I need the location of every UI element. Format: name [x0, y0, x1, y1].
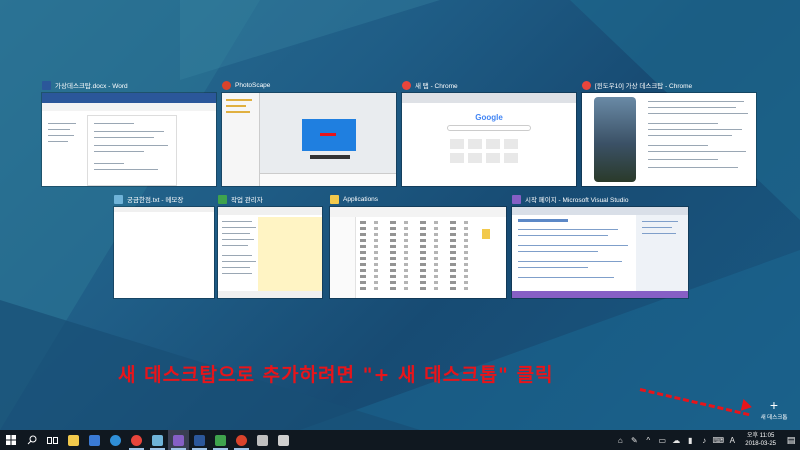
annotation-text: 새 데스크탑으로 추가하려면 "+ 새 데스크톱" 클릭: [118, 364, 554, 386]
file-explorer-icon[interactable]: [63, 430, 84, 450]
task-manager-icon[interactable]: [210, 430, 231, 450]
visual-studio-icon[interactable]: [168, 430, 189, 450]
chevron-up-icon[interactable]: ^: [641, 430, 655, 450]
edge-icon[interactable]: [105, 430, 126, 450]
window-applications[interactable]: Applications: [330, 192, 506, 298]
window-notepad[interactable]: 궁금한점.txt - 메모장: [114, 192, 214, 298]
chrome-icon: [582, 80, 591, 90]
window-thumbnail: [114, 207, 214, 298]
window-word[interactable]: 가상데스크탑.docx - Word: [42, 78, 216, 186]
google-logo: Google: [475, 113, 503, 122]
task-view-icon[interactable]: [42, 430, 63, 450]
window-thumbnail: Google: [402, 93, 576, 186]
window-title: 가상데스크탑.docx - Word: [55, 83, 128, 90]
window-thumbnail: [222, 93, 396, 186]
battery-icon[interactable]: ▮: [683, 430, 697, 450]
chrome-icon: [402, 80, 411, 90]
window-photoscape[interactable]: PhotoScape: [222, 78, 396, 186]
window-thumbnail: [582, 93, 756, 186]
window-title: 시작 페이지 - Microsoft Visual Studio: [525, 197, 629, 204]
system-tray: ⌂ ✎ ^ ▭ ☁ ▮ ♪ ⌨ A 오후 11:05 2018-03-25 ▤: [613, 430, 800, 450]
window-thumbnail: [42, 93, 216, 186]
window-title: 작업 관리자: [231, 197, 263, 204]
keyboard-icon[interactable]: ⌨: [711, 430, 725, 450]
pen-icon[interactable]: ✎: [627, 430, 641, 450]
notepad-icon[interactable]: [147, 430, 168, 450]
window-chrome-article[interactable]: [윈도우10] 가상 데스크탑 - Chrome: [582, 78, 756, 186]
window-title: [윈도우10] 가상 데스크탑 - Chrome: [595, 83, 693, 90]
clock-date: 2018-03-25: [745, 441, 776, 447]
volume-icon[interactable]: ♪: [697, 430, 711, 450]
window-title: 새 탭 - Chrome: [415, 83, 458, 90]
window-chrome-newtab[interactable]: 새 탭 - Chrome Google: [402, 78, 576, 186]
window-thumbnail: [218, 207, 322, 298]
photoscape-icon[interactable]: [231, 430, 252, 450]
new-desktop-label: 새 데스크톱: [760, 415, 788, 421]
people-icon[interactable]: ⌂: [613, 430, 627, 450]
window-thumbnail: [512, 207, 688, 298]
app-icon[interactable]: [252, 430, 273, 450]
folder-icon: [330, 194, 339, 204]
window-task-manager[interactable]: 작업 관리자: [218, 192, 322, 298]
window-title: Applications: [343, 195, 379, 203]
ime-indicator[interactable]: A: [725, 430, 739, 450]
new-desktop-button[interactable]: + 새 데스크톱: [752, 398, 796, 421]
plus-icon: +: [769, 397, 779, 413]
window-title: 궁금한점.txt - 메모장: [127, 197, 184, 204]
chrome-icon[interactable]: [126, 430, 147, 450]
window-title: PhotoScape: [235, 81, 271, 89]
clock[interactable]: 오후 11:05 2018-03-25: [739, 432, 782, 448]
notepad-icon: [114, 194, 123, 204]
cloud-icon[interactable]: ☁: [669, 430, 683, 450]
photoscape-icon: [222, 80, 231, 90]
store-icon[interactable]: [84, 430, 105, 450]
window-thumbnail: [330, 207, 506, 298]
visual-studio-icon: [512, 194, 521, 204]
windows-start-icon[interactable]: [0, 430, 21, 450]
notification-icon[interactable]: ▤: [782, 430, 800, 450]
task-manager-icon: [218, 194, 227, 204]
word-icon: [42, 80, 51, 90]
clock-time: 오후 11:05: [747, 433, 775, 439]
word-icon[interactable]: [189, 430, 210, 450]
app2-icon[interactable]: [273, 430, 294, 450]
search-icon[interactable]: [21, 430, 42, 450]
taskbar: ⌂ ✎ ^ ▭ ☁ ▮ ♪ ⌨ A 오후 11:05 2018-03-25 ▤: [0, 430, 800, 450]
network-icon[interactable]: ▭: [655, 430, 669, 450]
window-visual-studio[interactable]: 시작 페이지 - Microsoft Visual Studio: [512, 192, 688, 298]
